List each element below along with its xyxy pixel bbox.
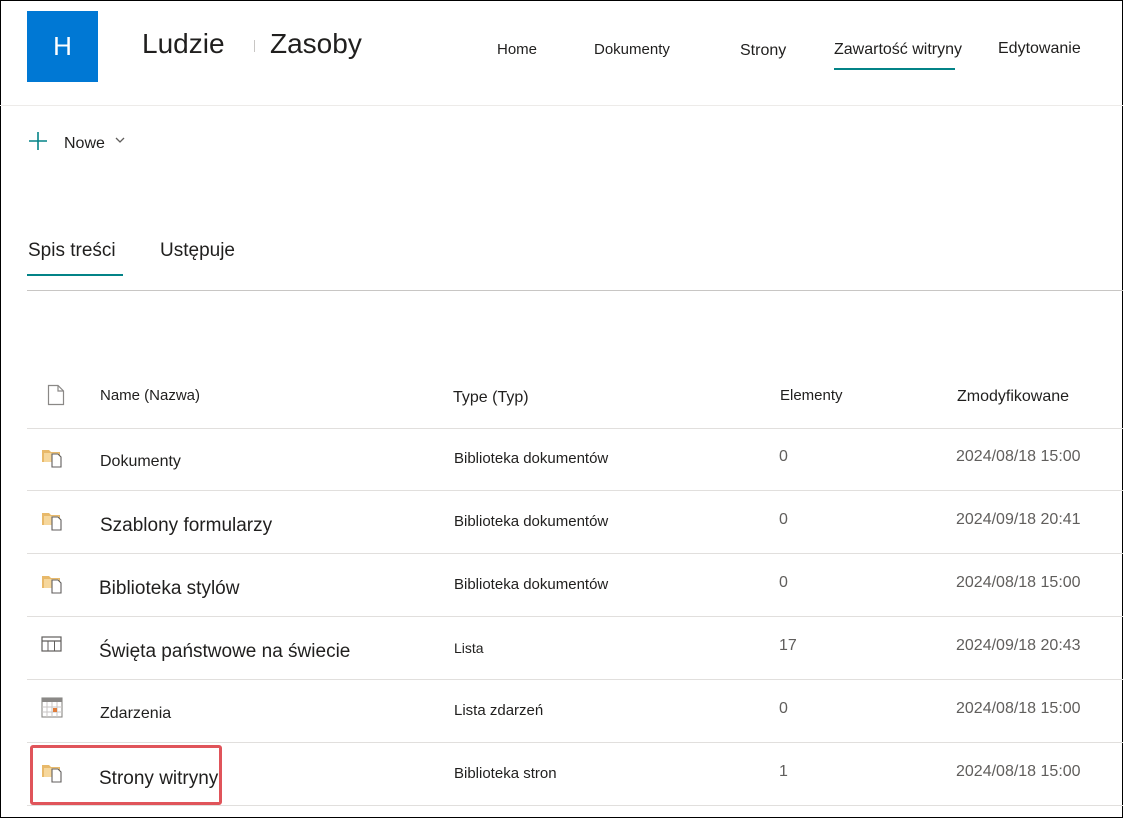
row-name[interactable]: Biblioteka stylów bbox=[99, 578, 239, 600]
row-modified: 2024/08/18 15:00 bbox=[956, 700, 1081, 717]
row-name[interactable]: Dokumenty bbox=[100, 453, 181, 471]
row-modified: 2024/09/18 20:43 bbox=[956, 637, 1081, 654]
row-name[interactable]: Szablony formularzy bbox=[100, 515, 272, 537]
highlight-box bbox=[30, 745, 222, 805]
site-logo-letter: H bbox=[53, 31, 72, 61]
row-items: 1 bbox=[779, 763, 788, 780]
row-items: 0 bbox=[779, 700, 788, 717]
row-modified: 2024/08/18 15:00 bbox=[956, 448, 1081, 465]
row-items: 17 bbox=[779, 637, 797, 654]
table-row[interactable]: Dokumenty Biblioteka dokumentów 0 2024/0… bbox=[27, 428, 1123, 491]
row-type: Lista bbox=[454, 640, 484, 656]
document-library-icon bbox=[42, 576, 62, 594]
row-modified: 2024/08/18 15:00 bbox=[956, 763, 1081, 780]
calendar-icon bbox=[41, 697, 63, 718]
pivot-divider bbox=[27, 290, 1123, 291]
row-type: Biblioteka dokumentów bbox=[454, 576, 609, 593]
nav-home[interactable]: Home bbox=[497, 41, 537, 58]
nav-dokumenty[interactable]: Dokumenty bbox=[594, 41, 670, 58]
document-library-icon bbox=[42, 513, 62, 531]
table-row[interactable]: Święta państwowe na świecie Lista 17 202… bbox=[27, 617, 1123, 680]
nav-strony[interactable]: Strony bbox=[740, 42, 786, 60]
list-header-row: Name (Nazwa) Type (Typ) Elementy Zmodyfi… bbox=[27, 368, 1123, 429]
row-type: Biblioteka stron bbox=[454, 765, 557, 782]
tab-contents[interactable]: Spis treści bbox=[28, 240, 116, 262]
new-button-label: Nowe bbox=[64, 135, 105, 152]
document-library-icon bbox=[42, 450, 62, 468]
file-type-icon[interactable] bbox=[47, 384, 65, 406]
row-items: 0 bbox=[779, 574, 788, 591]
row-items: 0 bbox=[779, 448, 788, 465]
table-row[interactable]: Zdarzenia Lista zdarzeń 0 2024/08/18 15:… bbox=[27, 680, 1123, 743]
row-name[interactable]: Święta państwowe na świecie bbox=[99, 641, 350, 663]
table-row[interactable]: Szablony formularzy Biblioteka dokumentó… bbox=[27, 491, 1123, 554]
new-button[interactable]: Nowe bbox=[27, 125, 126, 157]
row-type: Biblioteka dokumentów bbox=[454, 513, 609, 530]
column-header-items[interactable]: Elementy bbox=[780, 387, 843, 404]
row-modified: 2024/09/18 20:41 bbox=[956, 511, 1081, 528]
chevron-down-icon bbox=[115, 137, 125, 143]
column-header-name[interactable]: Name (Nazwa) bbox=[100, 387, 200, 404]
nav-active-indicator bbox=[834, 68, 955, 70]
site-title-primary[interactable]: Ludzie bbox=[142, 28, 225, 60]
column-header-type[interactable]: Type (Typ) bbox=[453, 389, 529, 407]
nav-site-contents[interactable]: Zawartość witryny bbox=[834, 41, 962, 59]
list-icon bbox=[41, 636, 62, 652]
row-type: Biblioteka dokumentów bbox=[454, 450, 609, 467]
row-items: 0 bbox=[779, 511, 788, 528]
table-row[interactable]: Biblioteka stylów Biblioteka dokumentów … bbox=[27, 554, 1123, 617]
row-type: Lista zdarzeń bbox=[454, 702, 544, 719]
site-title-secondary[interactable]: Zasoby bbox=[270, 28, 362, 60]
tab-subsites[interactable]: Ustępuje bbox=[160, 240, 235, 262]
site-header: H Ludzie Zasoby Home Dokumenty Strony Za… bbox=[0, 0, 1123, 106]
row-modified: 2024/08/18 15:00 bbox=[956, 574, 1081, 591]
tab-active-indicator bbox=[27, 274, 123, 276]
row-name[interactable]: Zdarzenia bbox=[100, 705, 171, 723]
site-logo[interactable]: H bbox=[27, 11, 98, 82]
nav-edit[interactable]: Edytowanie bbox=[998, 40, 1081, 58]
column-header-modified[interactable]: Zmodyfikowane bbox=[957, 388, 1069, 406]
title-separator bbox=[254, 40, 255, 52]
plus-icon bbox=[29, 132, 47, 150]
